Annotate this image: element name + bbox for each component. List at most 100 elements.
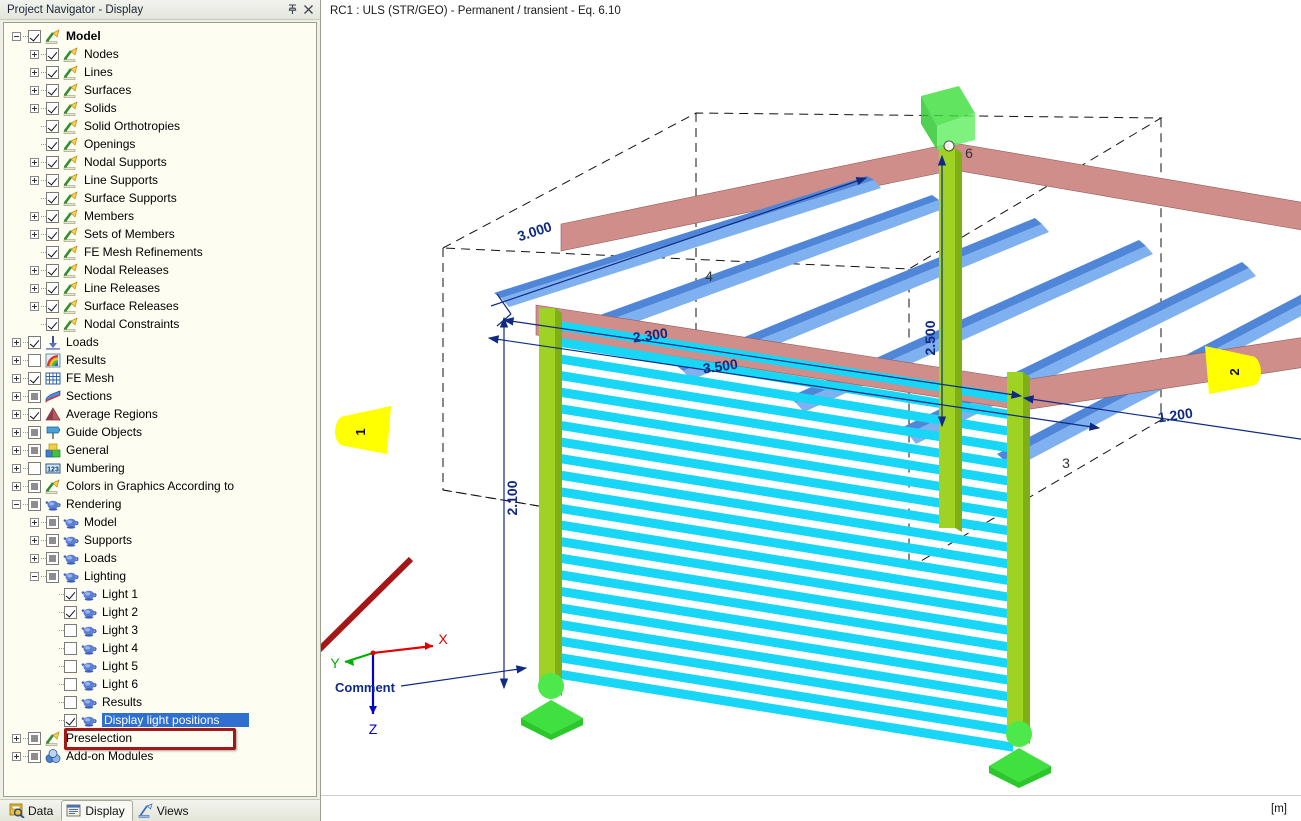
tree-item-sections[interactable]: Sections xyxy=(4,387,316,405)
tree-item-checkbox[interactable] xyxy=(46,317,59,331)
tree-item-checkbox[interactable] xyxy=(64,695,77,709)
expand-icon[interactable] xyxy=(10,459,23,477)
tree-item-display-light-positions[interactable]: Display light positions xyxy=(4,711,316,729)
tree-item-light-3[interactable]: Light 3 xyxy=(4,621,316,639)
tree-item-line-releases[interactable]: Line Releases xyxy=(4,279,316,297)
tree-item-checkbox[interactable] xyxy=(46,245,59,259)
tree-item-checkbox[interactable] xyxy=(46,137,59,151)
tree-item-guide-objects[interactable]: Guide Objects xyxy=(4,423,316,441)
tree-item-checkbox[interactable] xyxy=(28,353,41,367)
tab-views[interactable]: Views xyxy=(133,800,197,821)
tree-item-checkbox[interactable] xyxy=(46,47,59,61)
tree-item-checkbox[interactable] xyxy=(46,551,59,565)
tree-item-surfaces[interactable]: Surfaces xyxy=(4,81,316,99)
tree-item-light-1[interactable]: Light 1 xyxy=(4,585,316,603)
tree-item-nodal-supports[interactable]: Nodal Supports xyxy=(4,153,316,171)
expand-icon[interactable] xyxy=(10,441,23,459)
tree-item-checkbox[interactable] xyxy=(46,119,59,133)
tree-item-results[interactable]: Results xyxy=(4,693,316,711)
tree-item-checkbox[interactable] xyxy=(28,371,41,385)
expand-icon[interactable] xyxy=(28,297,41,315)
tree-item-surface-releases[interactable]: Surface Releases xyxy=(4,297,316,315)
expand-icon[interactable] xyxy=(28,207,41,225)
tree-item-light-4[interactable]: Light 4 xyxy=(4,639,316,657)
tree-item-checkbox[interactable] xyxy=(64,641,77,655)
expand-icon[interactable] xyxy=(10,369,23,387)
tree-item-checkbox[interactable] xyxy=(28,479,41,493)
tree-item-checkbox[interactable] xyxy=(28,749,41,763)
collapse-icon[interactable] xyxy=(10,27,23,45)
tree-item-add-on-modules[interactable]: Add-on Modules xyxy=(4,747,316,765)
tree-item-checkbox[interactable] xyxy=(46,569,59,583)
tree-item-average-regions[interactable]: Average Regions xyxy=(4,405,316,423)
tree-item-colors-in-graphics-according-to[interactable]: Colors in Graphics According to xyxy=(4,477,316,495)
tree-item-checkbox[interactable] xyxy=(46,65,59,79)
tree-item-sets-of-members[interactable]: Sets of Members xyxy=(4,225,316,243)
tree-item-loads[interactable]: Loads xyxy=(4,333,316,351)
tree-item-solids[interactable]: Solids xyxy=(4,99,316,117)
tree-item-checkbox[interactable] xyxy=(46,227,59,241)
tree-item-checkbox[interactable] xyxy=(46,263,59,277)
expand-icon[interactable] xyxy=(10,351,23,369)
tree-item-checkbox[interactable] xyxy=(28,461,41,475)
expand-icon[interactable] xyxy=(10,423,23,441)
light-position-marker-1[interactable]: 1 xyxy=(335,406,391,454)
expand-icon[interactable] xyxy=(28,63,41,81)
tree-item-members[interactable]: Members xyxy=(4,207,316,225)
tree-item-nodal-releases[interactable]: Nodal Releases xyxy=(4,261,316,279)
tree-item-checkbox[interactable] xyxy=(46,515,59,529)
expand-icon[interactable] xyxy=(10,405,23,423)
tree-item-checkbox[interactable] xyxy=(64,587,77,601)
tree-item-checkbox[interactable] xyxy=(28,731,41,745)
tree-item-rendering[interactable]: Rendering xyxy=(4,495,316,513)
tree-item-supports[interactable]: Supports xyxy=(4,531,316,549)
tree-item-checkbox[interactable] xyxy=(28,29,41,43)
expand-icon[interactable] xyxy=(28,279,41,297)
tree-item-checkbox[interactable] xyxy=(46,155,59,169)
expand-icon[interactable] xyxy=(10,729,23,747)
collapse-icon[interactable] xyxy=(10,495,23,513)
expand-icon[interactable] xyxy=(28,45,41,63)
tree-item-checkbox[interactable] xyxy=(28,407,41,421)
close-icon[interactable] xyxy=(300,2,316,18)
tree-item-checkbox[interactable] xyxy=(64,677,77,691)
tree-item-lighting[interactable]: Lighting xyxy=(4,567,316,585)
tree-item-checkbox[interactable] xyxy=(46,299,59,313)
expand-icon[interactable] xyxy=(10,747,23,765)
tree-item-general[interactable]: General xyxy=(4,441,316,459)
tree-item-surface-supports[interactable]: Surface Supports xyxy=(4,189,316,207)
tree-item-light-6[interactable]: Light 6 xyxy=(4,675,316,693)
tree-item-lines[interactable]: Lines xyxy=(4,63,316,81)
tree-item-checkbox[interactable] xyxy=(46,209,59,223)
tree-item-fe-mesh-refinements[interactable]: FE Mesh Refinements xyxy=(4,243,316,261)
expand-icon[interactable] xyxy=(28,99,41,117)
tree-item-nodal-constraints[interactable]: Nodal Constraints xyxy=(4,315,316,333)
tree-item-checkbox[interactable] xyxy=(64,713,77,727)
tree-item-checkbox[interactable] xyxy=(28,497,41,511)
tree-item-checkbox[interactable] xyxy=(46,173,59,187)
tree-item-model[interactable]: Model xyxy=(4,513,316,531)
tree-item-checkbox[interactable] xyxy=(28,389,41,403)
collapse-icon[interactable] xyxy=(28,567,41,585)
tree-item-checkbox[interactable] xyxy=(46,533,59,547)
tree-item-checkbox[interactable] xyxy=(64,659,77,673)
tree-item-results[interactable]: Results xyxy=(4,351,316,369)
tree-item-checkbox[interactable] xyxy=(46,281,59,295)
expand-icon[interactable] xyxy=(10,387,23,405)
tree-item-light-5[interactable]: Light 5 xyxy=(4,657,316,675)
tree-item-checkbox[interactable] xyxy=(28,425,41,439)
tree-item-preselection[interactable]: Preselection xyxy=(4,729,316,747)
tab-display[interactable]: Display xyxy=(61,800,133,821)
tree-item-numbering[interactable]: 123 Numbering xyxy=(4,459,316,477)
tree-item-checkbox[interactable] xyxy=(28,335,41,349)
expand-icon[interactable] xyxy=(28,81,41,99)
expand-icon[interactable] xyxy=(10,477,23,495)
tree-item-light-2[interactable]: Light 2 xyxy=(4,603,316,621)
tree-item-fe-mesh[interactable]: FE Mesh xyxy=(4,369,316,387)
tree-item-line-supports[interactable]: Line Supports xyxy=(4,171,316,189)
tree-item-checkbox[interactable] xyxy=(46,191,59,205)
3d-model-scene[interactable]: 3.0002.5002.3003.5001.2002.1006435Commen… xyxy=(321,28,1301,795)
tree-item-checkbox[interactable] xyxy=(64,605,77,619)
tree-item-loads[interactable]: Loads xyxy=(4,549,316,567)
tree-item-checkbox[interactable] xyxy=(64,623,77,637)
